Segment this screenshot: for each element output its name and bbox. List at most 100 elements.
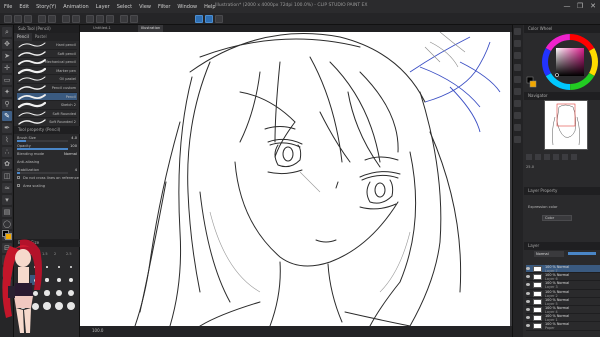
- tool-property-row[interactable]: Stabilization 4: [17, 167, 77, 174]
- layer-row[interactable]: 100 % Normal Layer 2: [526, 290, 600, 298]
- eye-icon[interactable]: [526, 291, 530, 295]
- layer-row[interactable]: 100 % Normal Layer 7: [526, 265, 600, 274]
- fill-icon[interactable]: [72, 15, 80, 23]
- eye-icon[interactable]: [526, 307, 530, 311]
- tool-property-row[interactable]: Blending mode Normal: [17, 151, 77, 158]
- layer-row[interactable]: 100 % Normal Layer 4: [526, 306, 600, 315]
- menu-window[interactable]: Window: [177, 4, 197, 10]
- deselect-icon[interactable]: [96, 15, 104, 23]
- color-set-tab-icon[interactable]: [514, 52, 521, 59]
- layer-row[interactable]: 100 % Normal Paper: [526, 322, 600, 331]
- menu-file[interactable]: File: [4, 4, 12, 10]
- brush-size-preset[interactable]: [66, 275, 76, 285]
- figure-tool-icon[interactable]: ◯: [2, 219, 12, 229]
- selection-tool-icon[interactable]: ▭: [2, 75, 12, 85]
- undo-icon[interactable]: [38, 15, 46, 23]
- canvas-tab-illustration[interactable]: Illustration: [138, 25, 164, 32]
- brush-item[interactable]: Oil pastel: [17, 75, 77, 84]
- operation-tool-icon[interactable]: ➤: [2, 51, 12, 61]
- eye-icon[interactable]: [526, 275, 530, 279]
- property-value[interactable]: Normal: [64, 152, 77, 156]
- canvas-tab-untitled[interactable]: Untitled-1: [90, 25, 114, 32]
- maximize-icon[interactable]: ❐: [576, 2, 584, 10]
- brush-size-preset[interactable]: [66, 262, 76, 272]
- menu-help[interactable]: Help: [204, 4, 215, 10]
- checkbox[interactable]: [17, 184, 20, 187]
- color-history-tab-icon[interactable]: [514, 88, 521, 95]
- approx-color-tab-icon[interactable]: [514, 76, 521, 83]
- tab-pastel[interactable]: Pastel: [32, 33, 50, 41]
- zoom-readout[interactable]: 100.0: [92, 328, 103, 333]
- crop-icon[interactable]: [120, 15, 128, 23]
- tool-property-row[interactable]: Brush Size 4.0: [17, 135, 77, 142]
- zoom-in-icon[interactable]: [535, 154, 541, 160]
- eye-icon[interactable]: [526, 316, 530, 320]
- eyedropper-tool-icon[interactable]: ⚲: [2, 99, 12, 109]
- layer-row[interactable]: 100 % Normal Layer 5: [526, 298, 600, 306]
- snap-icon[interactable]: [130, 15, 138, 23]
- fill-tool-icon[interactable]: ▾: [2, 195, 12, 205]
- blend-mode-select[interactable]: Normal: [534, 251, 564, 257]
- color-slider-tab-icon[interactable]: [514, 40, 521, 47]
- layer-row[interactable]: 100 % Normal Layer 3: [526, 281, 600, 290]
- tool-property-row[interactable]: Anti-aliasing: [17, 159, 77, 166]
- property-slider[interactable]: [17, 140, 68, 142]
- save-icon[interactable]: [24, 15, 32, 23]
- expression-color-select[interactable]: Color: [542, 215, 572, 221]
- layer-property-tab-icon[interactable]: [514, 124, 521, 131]
- navigator-zoom[interactable]: 25.0: [526, 165, 534, 169]
- auto-select-tool-icon[interactable]: ✦: [2, 87, 12, 97]
- brush-item[interactable]: Marker pen: [17, 67, 77, 76]
- brush-size-preset[interactable]: [54, 301, 64, 311]
- property-value[interactable]: 4.0: [71, 136, 77, 140]
- brush-size-preset[interactable]: [54, 275, 64, 285]
- tool-property-row[interactable]: Opacity 100: [17, 143, 77, 150]
- snap-grid-icon[interactable]: [215, 15, 223, 23]
- snap-ruler-icon[interactable]: [195, 15, 203, 23]
- property-slider[interactable]: [17, 172, 68, 174]
- brush-item[interactable]: Soft Rounded: [17, 110, 77, 119]
- tab-pencil[interactable]: Pencil: [14, 33, 32, 41]
- brush-item[interactable]: Soft pencil: [17, 50, 77, 59]
- pencil-tool-icon[interactable]: ✎: [2, 111, 12, 121]
- eye-icon[interactable]: [526, 299, 530, 303]
- gradient-tool-icon[interactable]: ▤: [2, 207, 12, 217]
- layer-row[interactable]: 100 % Normal Layer 6: [526, 273, 600, 282]
- layer-row[interactable]: 100 % Normal Layer 1: [526, 314, 600, 323]
- drawing-canvas[interactable]: [80, 32, 510, 326]
- fit-icon[interactable]: [544, 154, 550, 160]
- color-wheel-tab-icon[interactable]: [514, 28, 521, 35]
- zoom-tool-icon[interactable]: ⌕: [2, 27, 12, 37]
- brush-item[interactable]: Sketch 2: [17, 101, 77, 110]
- redo-icon[interactable]: [48, 15, 56, 23]
- rotate-left-icon[interactable]: [553, 154, 559, 160]
- eraser-tool-icon[interactable]: ◫: [2, 171, 12, 181]
- decoration-tool-icon[interactable]: ✿: [2, 159, 12, 169]
- tool-property-row[interactable]: Area scaling: [17, 183, 77, 190]
- brush-tool-icon[interactable]: ⌇: [2, 135, 12, 145]
- property-value[interactable]: 100: [70, 144, 77, 148]
- sub-view-tab-icon[interactable]: [514, 112, 521, 119]
- blend-tool-icon[interactable]: ≈: [2, 183, 12, 193]
- property-slider[interactable]: [17, 148, 68, 150]
- menu-filter[interactable]: Filter: [158, 4, 170, 10]
- snap-special-ruler-icon[interactable]: [205, 15, 213, 23]
- eye-icon[interactable]: [526, 267, 530, 270]
- move-tool-icon[interactable]: ✥: [2, 39, 12, 49]
- layer-opacity-slider[interactable]: [568, 252, 596, 255]
- layer-tab-icon[interactable]: [514, 136, 521, 143]
- close-icon[interactable]: ✕: [589, 2, 597, 10]
- new-icon[interactable]: [4, 15, 12, 23]
- brush-size-preset[interactable]: [66, 288, 76, 298]
- open-icon[interactable]: [14, 15, 22, 23]
- airbrush-tool-icon[interactable]: ∴: [2, 147, 12, 157]
- intermediate-color-tab-icon[interactable]: [514, 64, 521, 71]
- transform-icon[interactable]: [86, 15, 94, 23]
- brush-item[interactable]: Pencil custom: [17, 84, 77, 93]
- rotate-right-icon[interactable]: [562, 154, 568, 160]
- brush-size-preset[interactable]: [66, 301, 76, 311]
- zoom-out-icon[interactable]: [526, 154, 532, 160]
- minimize-icon[interactable]: —: [563, 2, 571, 10]
- menu-edit[interactable]: Edit: [19, 4, 29, 10]
- brush-size-preset[interactable]: [54, 262, 64, 272]
